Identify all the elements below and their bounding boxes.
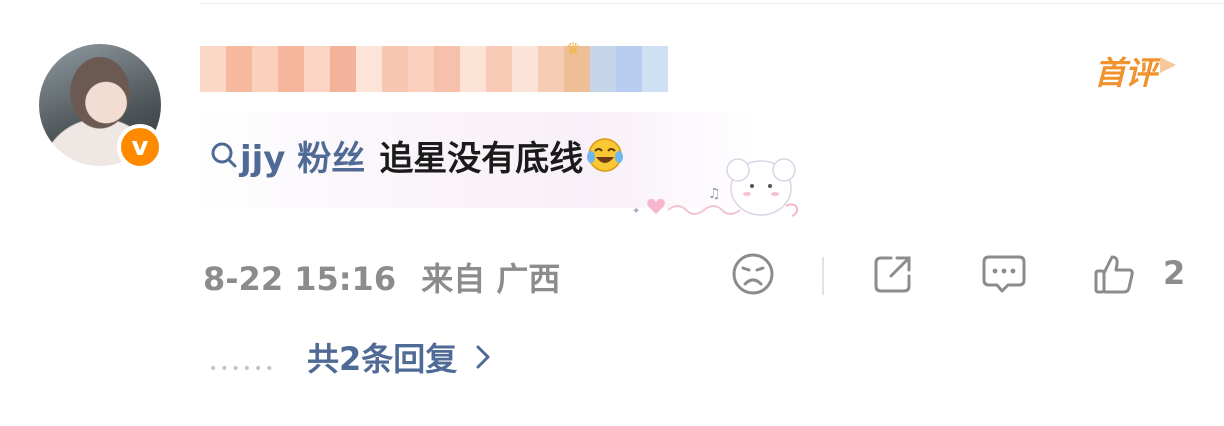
comment-meta: 8-22 15:16 来自 广西 [203,254,560,300]
comment-time: 8-22 15:16 [203,260,397,298]
share-button[interactable] [871,254,915,298]
chevron-right-icon [475,344,491,370]
like-button[interactable] [1092,254,1136,298]
username-blurred[interactable] [200,46,668,92]
decorative-sticker: ♫ ✦ [626,140,816,225]
view-replies-link[interactable]: 共2条回复 [307,334,491,380]
search-icon[interactable] [208,132,240,178]
topic-link[interactable]: jjy 粉丝 [240,131,365,180]
reply-dots: •••••• [209,361,277,377]
svg-text:✦: ✦ [632,206,640,217]
action-divider [822,257,824,295]
laugh-cry-emoji-icon [585,135,625,175]
svg-text:♫: ♫ [708,186,721,202]
top-divider [200,3,1224,4]
like-count: 2 [1163,254,1186,292]
crown-icon: ♛ [566,39,581,58]
comment-text: 追星没有底线 [379,138,584,179]
comment-content: jjy 粉丝 追星没有底线 [208,131,625,180]
first-comment-badge: 首评 [1094,54,1157,92]
vip-badge-icon: v [117,124,163,170]
replies-label: 共2条回复 [307,340,458,378]
thumbs-up-icon [1092,252,1136,300]
dislike-button[interactable] [731,252,775,300]
badge-tail [1160,57,1176,73]
share-icon [871,252,915,300]
dislike-emoji-icon [731,252,775,300]
comment-location: 来自 广西 [421,260,561,298]
comment-icon [981,252,1027,300]
comment-button[interactable] [982,254,1026,298]
